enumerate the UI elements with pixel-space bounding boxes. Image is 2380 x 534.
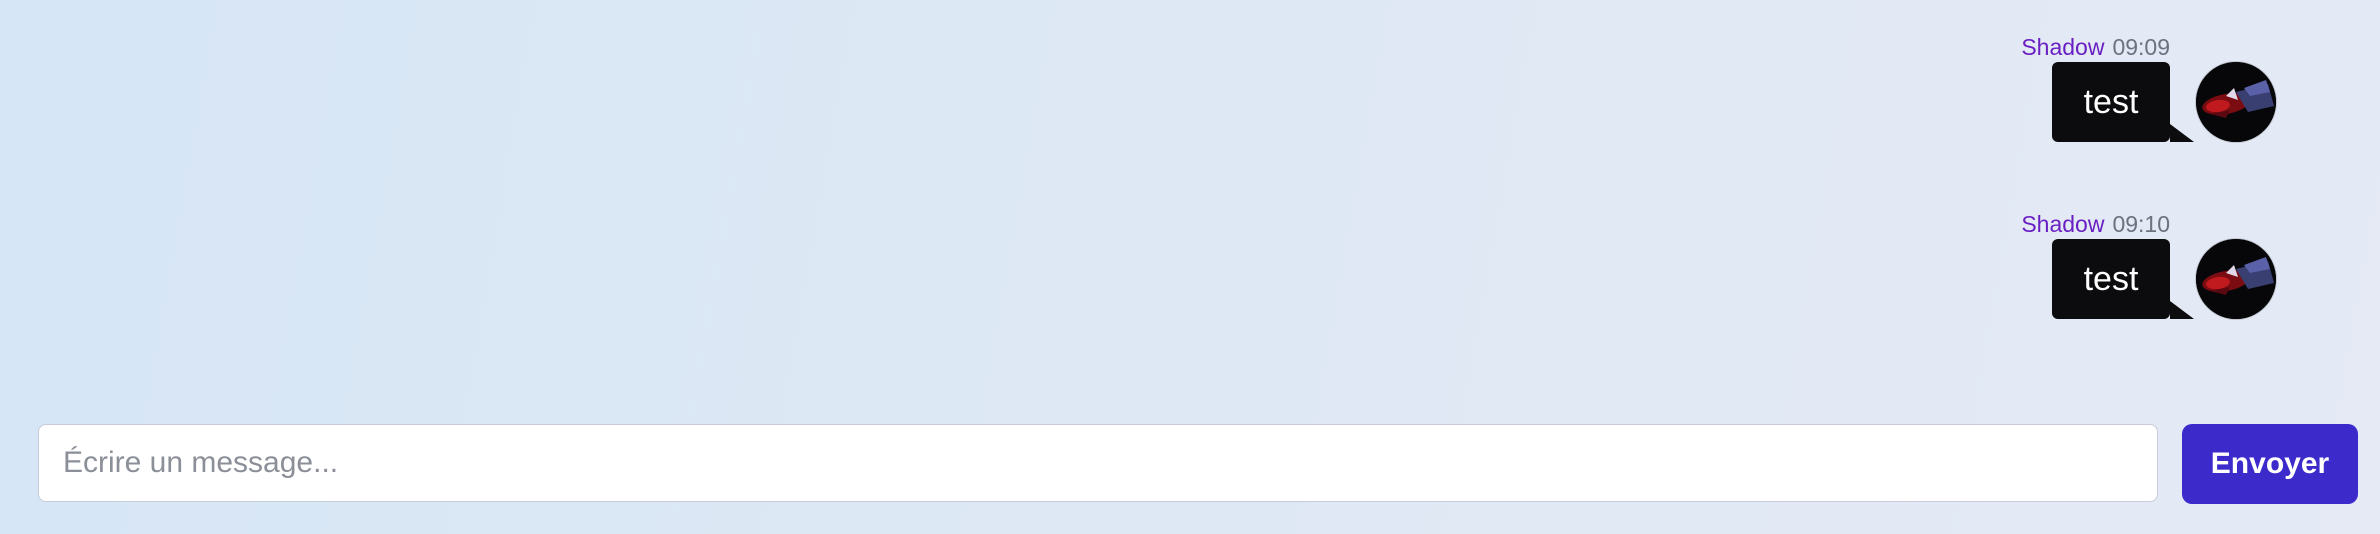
message-item: Shadow 09:09 test [1908, 32, 2328, 152]
message-item: Shadow 09:10 test [1908, 209, 2328, 329]
send-button[interactable]: Envoyer [2182, 424, 2358, 504]
user-avatar-icon [2196, 62, 2276, 142]
message-author: Shadow [2021, 34, 2105, 60]
chat-window: Shadow 09:09 test Shadow 09:10 test Écri… [0, 0, 2380, 534]
message-meta: Shadow 09:10 [2021, 209, 2170, 239]
message-input[interactable] [38, 424, 2158, 502]
user-avatar-icon [2196, 239, 2276, 319]
message-time: 09:09 [2112, 34, 2170, 60]
message-time: 09:10 [2112, 211, 2170, 237]
message-bubble: test [2052, 62, 2194, 142]
message-bubble: test [2052, 239, 2194, 319]
message-composer: Envoyer [38, 424, 2358, 504]
message-meta: Shadow 09:09 [2021, 32, 2170, 62]
message-author: Shadow [2021, 211, 2105, 237]
